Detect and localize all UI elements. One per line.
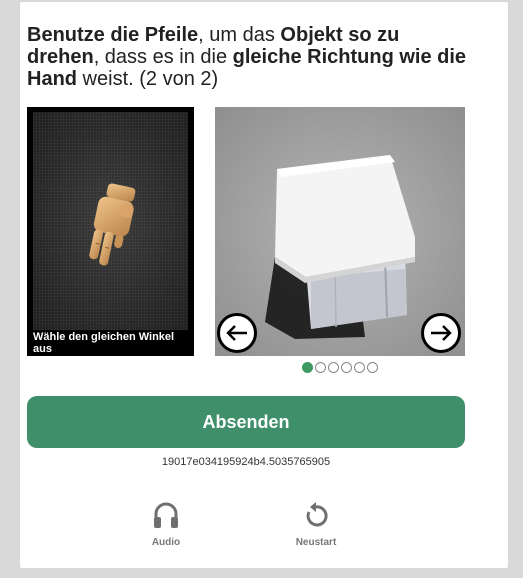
progress-dots [302, 362, 378, 373]
restart-label: Neustart [295, 537, 337, 548]
arrow-left-icon [226, 325, 247, 341]
rotate-left-button[interactable] [217, 313, 257, 353]
headphones-icon [154, 502, 178, 528]
session-id: 19017e034195924b4.5035765905 [161, 456, 331, 468]
reference-hand-panel: Wähle den gleichen Winkel aus [27, 107, 194, 356]
submit-button[interactable]: Absenden [27, 396, 465, 448]
restart-button[interactable]: Neustart [281, 500, 351, 548]
restart-icon [306, 502, 328, 527]
instruction-bold-1: Benutze die Pfeile [27, 24, 199, 46]
progress-dot [367, 362, 378, 373]
progress-dot [354, 362, 365, 373]
progress-dot [315, 362, 326, 373]
instruction-text-6: weist. (2 von 2) [77, 68, 219, 90]
instruction-text-2: , um das [198, 24, 281, 46]
progress-dot-active [302, 362, 313, 373]
progress-dot [328, 362, 339, 373]
instruction-text-4: , dass es in die [93, 46, 233, 68]
rotatable-object-panel [215, 107, 465, 356]
wooden-hand-illustration [89, 183, 136, 266]
instruction-text: Benutze die Pfeile, um das Objekt so zu … [27, 24, 477, 90]
hand-image [33, 112, 188, 330]
arrow-right-icon [431, 325, 452, 341]
audio-label: Audio [151, 537, 181, 548]
audio-button[interactable]: Audio [131, 500, 201, 548]
rotate-right-button[interactable] [421, 313, 461, 353]
progress-dot [341, 362, 352, 373]
reference-caption: Wähle den gleichen Winkel aus [33, 331, 175, 355]
